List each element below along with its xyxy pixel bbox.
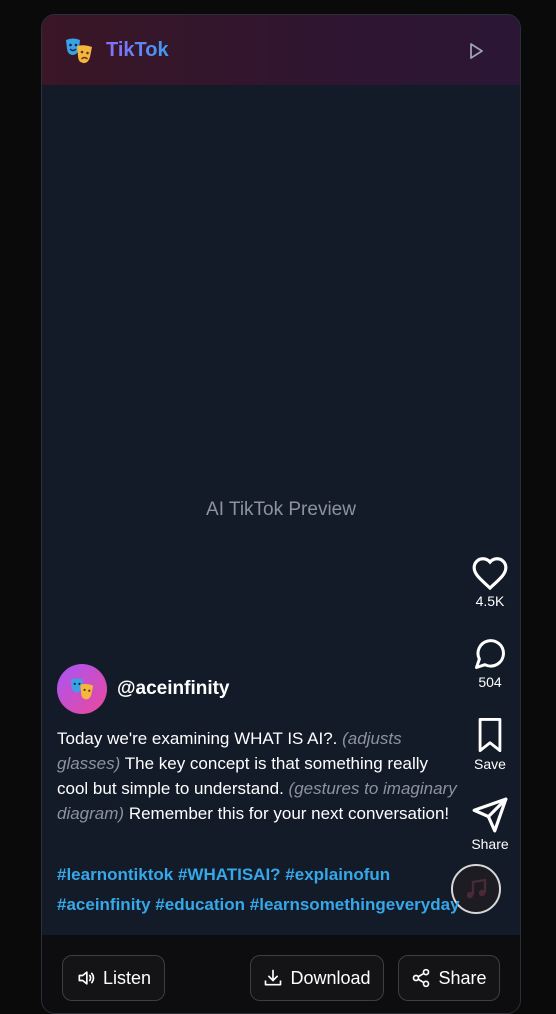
caption-text: Remember this for your next conversation…: [124, 804, 450, 823]
hashtag[interactable]: #aceinfinity: [57, 895, 151, 914]
share-bottom-label: Share: [438, 967, 487, 988]
listen-button[interactable]: Listen: [62, 955, 165, 1001]
hashtag[interactable]: #education: [155, 895, 245, 914]
bottom-bar: Listen Download Share: [42, 935, 520, 1013]
download-icon: [265, 969, 282, 986]
caption-text: Today we're examining WHAT IS AI?.: [57, 729, 343, 748]
heart-icon: [472, 557, 508, 591]
download-label: Download: [290, 967, 371, 988]
save-button[interactable]: Save: [464, 716, 516, 772]
app-title: TikTok: [106, 39, 169, 61]
like-count: 4.5K: [475, 593, 505, 609]
hashtag[interactable]: #WHATISAI?: [178, 865, 281, 884]
like-button[interactable]: 4.5K: [464, 555, 516, 609]
author-block: @aceinfinity: [57, 664, 230, 714]
listen-label: Listen: [102, 967, 152, 988]
comment-count: 504: [478, 674, 502, 690]
share-action-button[interactable]: Share: [464, 796, 516, 852]
hashtags: #learnontiktok #WHATISAI? #explainofun #…: [57, 860, 467, 920]
hashtag[interactable]: #learnsomethingeveryday: [250, 895, 460, 914]
phone-frame: TikTok AI TikTok Preview 4.5K 504 Save S…: [41, 14, 521, 1014]
bookmark-icon: [478, 718, 502, 752]
save-label: Save: [474, 756, 506, 772]
caption: Today we're examining WHAT IS AI?. (adju…: [57, 726, 457, 826]
share-nodes-icon: [413, 968, 430, 988]
top-bar: TikTok: [42, 15, 520, 85]
play-icon[interactable]: [466, 41, 486, 61]
avatar[interactable]: [57, 664, 107, 714]
music-note-icon: [466, 878, 487, 899]
theater-masks-icon: [70, 678, 94, 700]
download-button[interactable]: Download: [250, 955, 384, 1001]
send-icon: [472, 797, 508, 833]
comment-icon: [475, 639, 506, 669]
comment-button[interactable]: 504: [464, 636, 516, 690]
speaker-icon: [78, 971, 95, 985]
video-placeholder: AI TikTok Preview: [206, 499, 356, 520]
theater-masks-icon: [66, 38, 92, 64]
hashtag[interactable]: #learnontiktok: [57, 865, 173, 884]
username[interactable]: @aceinfinity: [117, 678, 230, 700]
share-label: Share: [471, 836, 509, 852]
hashtag[interactable]: #explainofun: [285, 865, 390, 884]
share-button[interactable]: Share: [398, 955, 500, 1001]
